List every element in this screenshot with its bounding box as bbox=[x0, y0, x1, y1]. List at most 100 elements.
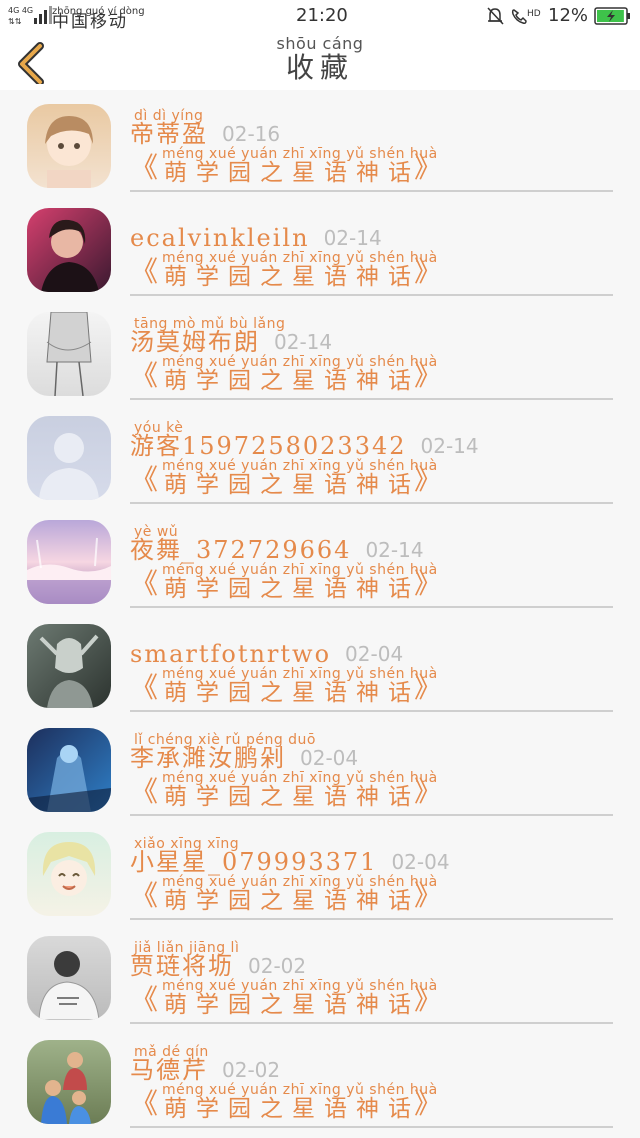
open-bracket: 《 bbox=[130, 255, 159, 288]
hd-label: HD bbox=[527, 9, 541, 19]
book-title-text: 萌学园之星语神话 bbox=[164, 368, 420, 394]
book-title[interactable]: 《 méng xué yuán zhī xīng yǔ shén huà 萌学园… bbox=[130, 874, 610, 914]
book-title[interactable]: 《 méng xué yuán zhī xīng yǔ shén huà 萌学园… bbox=[130, 770, 610, 810]
page-title-text: 收藏 bbox=[285, 51, 354, 84]
user-name-pinyin: yè wǔ bbox=[134, 524, 179, 540]
favorite-item[interactable]: dì dì yíng 帝蒂盈 02-16 《 méng xué yuán zhī x… bbox=[0, 90, 640, 194]
user-avatar[interactable] bbox=[27, 312, 111, 396]
close-bracket: 》 bbox=[414, 1087, 443, 1120]
close-bracket: 》 bbox=[414, 151, 443, 184]
favorite-date: 02-04 bbox=[391, 850, 450, 874]
open-bracket: 《 bbox=[130, 671, 159, 704]
book-title-text: 萌学园之星语神话 bbox=[164, 992, 420, 1018]
item-name-row: lǐ chéng xiè rǔ péng duō 李承濉汝鹏剁 02-04 bbox=[130, 728, 358, 772]
user-name-pinyin: xiǎo xīng xīng bbox=[134, 836, 240, 852]
book-title[interactable]: 《 méng xué yuán zhī xīng yǔ shén huà 萌学园… bbox=[130, 978, 610, 1018]
favorite-item[interactable]: xiǎo xīng xīng 小星星_079993371 02-04 《 méng … bbox=[0, 818, 640, 922]
book-title-text: 萌学园之星语神话 bbox=[164, 264, 420, 290]
user-avatar[interactable] bbox=[27, 936, 111, 1020]
open-bracket: 《 bbox=[130, 463, 159, 496]
page-title: shōu cáng 收藏 bbox=[0, 34, 640, 83]
user-name-pinyin: tāng mò mǔ bù lǎng bbox=[134, 316, 286, 332]
favorite-date: 02-14 bbox=[274, 330, 333, 354]
user-avatar[interactable] bbox=[27, 208, 111, 292]
favorite-date: 02-02 bbox=[222, 1058, 281, 1082]
book-title[interactable]: 《 méng xué yuán zhī xīng yǔ shén huà 萌学园… bbox=[130, 146, 610, 186]
item-name-row: ecalvinkleiln 02-14 bbox=[130, 208, 382, 252]
signal-icon: 4G 4G ⇅⇅ bbox=[8, 6, 52, 26]
user-name-pinyin: jiǎ liǎn jiāng lì bbox=[134, 940, 240, 956]
item-name-row: mǎ dé qín 马德芹 02-02 bbox=[130, 1040, 280, 1084]
svg-text:4G 4G: 4G 4G bbox=[8, 6, 33, 15]
close-bracket: 》 bbox=[414, 463, 443, 496]
user-avatar[interactable] bbox=[27, 520, 111, 604]
close-bracket: 》 bbox=[414, 567, 443, 600]
item-name-row: xiǎo xīng xīng 小星星_079993371 02-04 bbox=[130, 832, 450, 876]
user-name-pinyin: yóu kè bbox=[134, 420, 184, 436]
favorite-date: 02-14 bbox=[365, 538, 424, 562]
favorite-date: 02-04 bbox=[345, 642, 404, 666]
open-bracket: 《 bbox=[130, 983, 159, 1016]
open-bracket: 《 bbox=[130, 151, 159, 184]
close-bracket: 》 bbox=[414, 359, 443, 392]
user-avatar[interactable] bbox=[27, 624, 111, 708]
book-title[interactable]: 《 méng xué yuán zhī xīng yǔ shén huà 萌学园… bbox=[130, 354, 610, 394]
favorite-date: 02-02 bbox=[248, 954, 307, 978]
user-name: ecalvinkleiln bbox=[130, 224, 310, 252]
item-name-row: dì dì yíng 帝蒂盈 02-16 bbox=[130, 104, 280, 148]
user-name-pinyin: dì dì yíng bbox=[134, 108, 204, 124]
book-title-text: 萌学园之星语神话 bbox=[164, 1096, 420, 1122]
favorite-item[interactable]: smartfotnrtwo 02-04 《 méng xué yuán zhī x… bbox=[0, 610, 640, 714]
book-title[interactable]: 《 méng xué yuán zhī xīng yǔ shén huà 萌学园… bbox=[130, 1082, 610, 1122]
favorite-item[interactable]: mǎ dé qín 马德芹 02-02 《 méng xué yuán zhī xī… bbox=[0, 1026, 640, 1130]
book-title-text: 萌学园之星语神话 bbox=[164, 888, 420, 914]
svg-text:⇅⇅: ⇅⇅ bbox=[8, 17, 22, 26]
user-avatar[interactable] bbox=[27, 832, 111, 916]
status-bar: 4G 4G ⇅⇅ zhōng guó yí dòng 中国移动 21:20 HD… bbox=[0, 0, 640, 32]
favorite-date: 02-14 bbox=[323, 226, 382, 250]
user-avatar[interactable] bbox=[27, 416, 111, 500]
favorite-item[interactable]: ecalvinkleiln 02-14 《 méng xué yuán zhī x… bbox=[0, 194, 640, 298]
book-title-text: 萌学园之星语神话 bbox=[164, 472, 420, 498]
book-title[interactable]: 《 méng xué yuán zhī xīng yǔ shén huà 萌学园… bbox=[130, 458, 610, 498]
divider bbox=[130, 398, 613, 400]
favorite-date: 02-14 bbox=[420, 434, 479, 458]
close-bracket: 》 bbox=[414, 983, 443, 1016]
favorite-item[interactable]: lǐ chéng xiè rǔ péng duō 李承濉汝鹏剁 02-04 《 mé… bbox=[0, 714, 640, 818]
book-title-text: 萌学园之星语神话 bbox=[164, 576, 420, 602]
mute-bell-icon bbox=[487, 7, 504, 25]
book-title-text: 萌学园之星语神话 bbox=[164, 160, 420, 186]
user-avatar[interactable] bbox=[27, 728, 111, 812]
item-name-row: tāng mò mǔ bù lǎng 汤莫姆布朗 02-14 bbox=[130, 312, 332, 356]
item-name-row: yóu kè 游客1597258023342 02-14 bbox=[130, 416, 479, 460]
book-title[interactable]: 《 méng xué yuán zhī xīng yǔ shén huà 萌学园… bbox=[130, 250, 610, 290]
battery-percent: 12% bbox=[548, 5, 589, 26]
book-title[interactable]: 《 méng xué yuán zhī xīng yǔ shén huà 萌学园… bbox=[130, 666, 610, 706]
divider bbox=[130, 918, 613, 920]
open-bracket: 《 bbox=[130, 879, 159, 912]
favorite-item[interactable]: tāng mò mǔ bù lǎng 汤莫姆布朗 02-14 《 méng xué … bbox=[0, 298, 640, 402]
favorite-item[interactable]: yè wǔ 夜舞_372729664 02-14 《 méng xué yuán z… bbox=[0, 506, 640, 610]
favorite-item[interactable]: jiǎ liǎn jiāng lì 贾琏将坜 02-02 《 méng xué yu… bbox=[0, 922, 640, 1026]
open-bracket: 《 bbox=[130, 775, 159, 808]
hd-call-icon bbox=[511, 9, 527, 24]
battery-icon bbox=[594, 7, 630, 25]
user-avatar[interactable] bbox=[27, 104, 111, 188]
close-bracket: 》 bbox=[414, 671, 443, 704]
favorite-item[interactable]: yóu kè 游客1597258023342 02-14 《 méng xué yu… bbox=[0, 402, 640, 506]
open-bracket: 《 bbox=[130, 567, 159, 600]
divider bbox=[130, 606, 613, 608]
book-title-text: 萌学园之星语神话 bbox=[164, 784, 420, 810]
close-bracket: 》 bbox=[414, 879, 443, 912]
divider bbox=[130, 190, 613, 192]
close-bracket: 》 bbox=[414, 775, 443, 808]
item-name-row: smartfotnrtwo 02-04 bbox=[130, 624, 403, 668]
book-title[interactable]: 《 méng xué yuán zhī xīng yǔ shén huà 萌学园… bbox=[130, 562, 610, 602]
user-name: smartfotnrtwo bbox=[130, 640, 332, 668]
divider bbox=[130, 814, 613, 816]
item-name-row: yè wǔ 夜舞_372729664 02-14 bbox=[130, 520, 424, 564]
user-name-pinyin: lǐ chéng xiè rǔ péng duō bbox=[134, 732, 316, 748]
favorite-date: 02-16 bbox=[222, 122, 281, 146]
user-avatar[interactable] bbox=[27, 1040, 111, 1124]
divider bbox=[130, 1022, 613, 1024]
